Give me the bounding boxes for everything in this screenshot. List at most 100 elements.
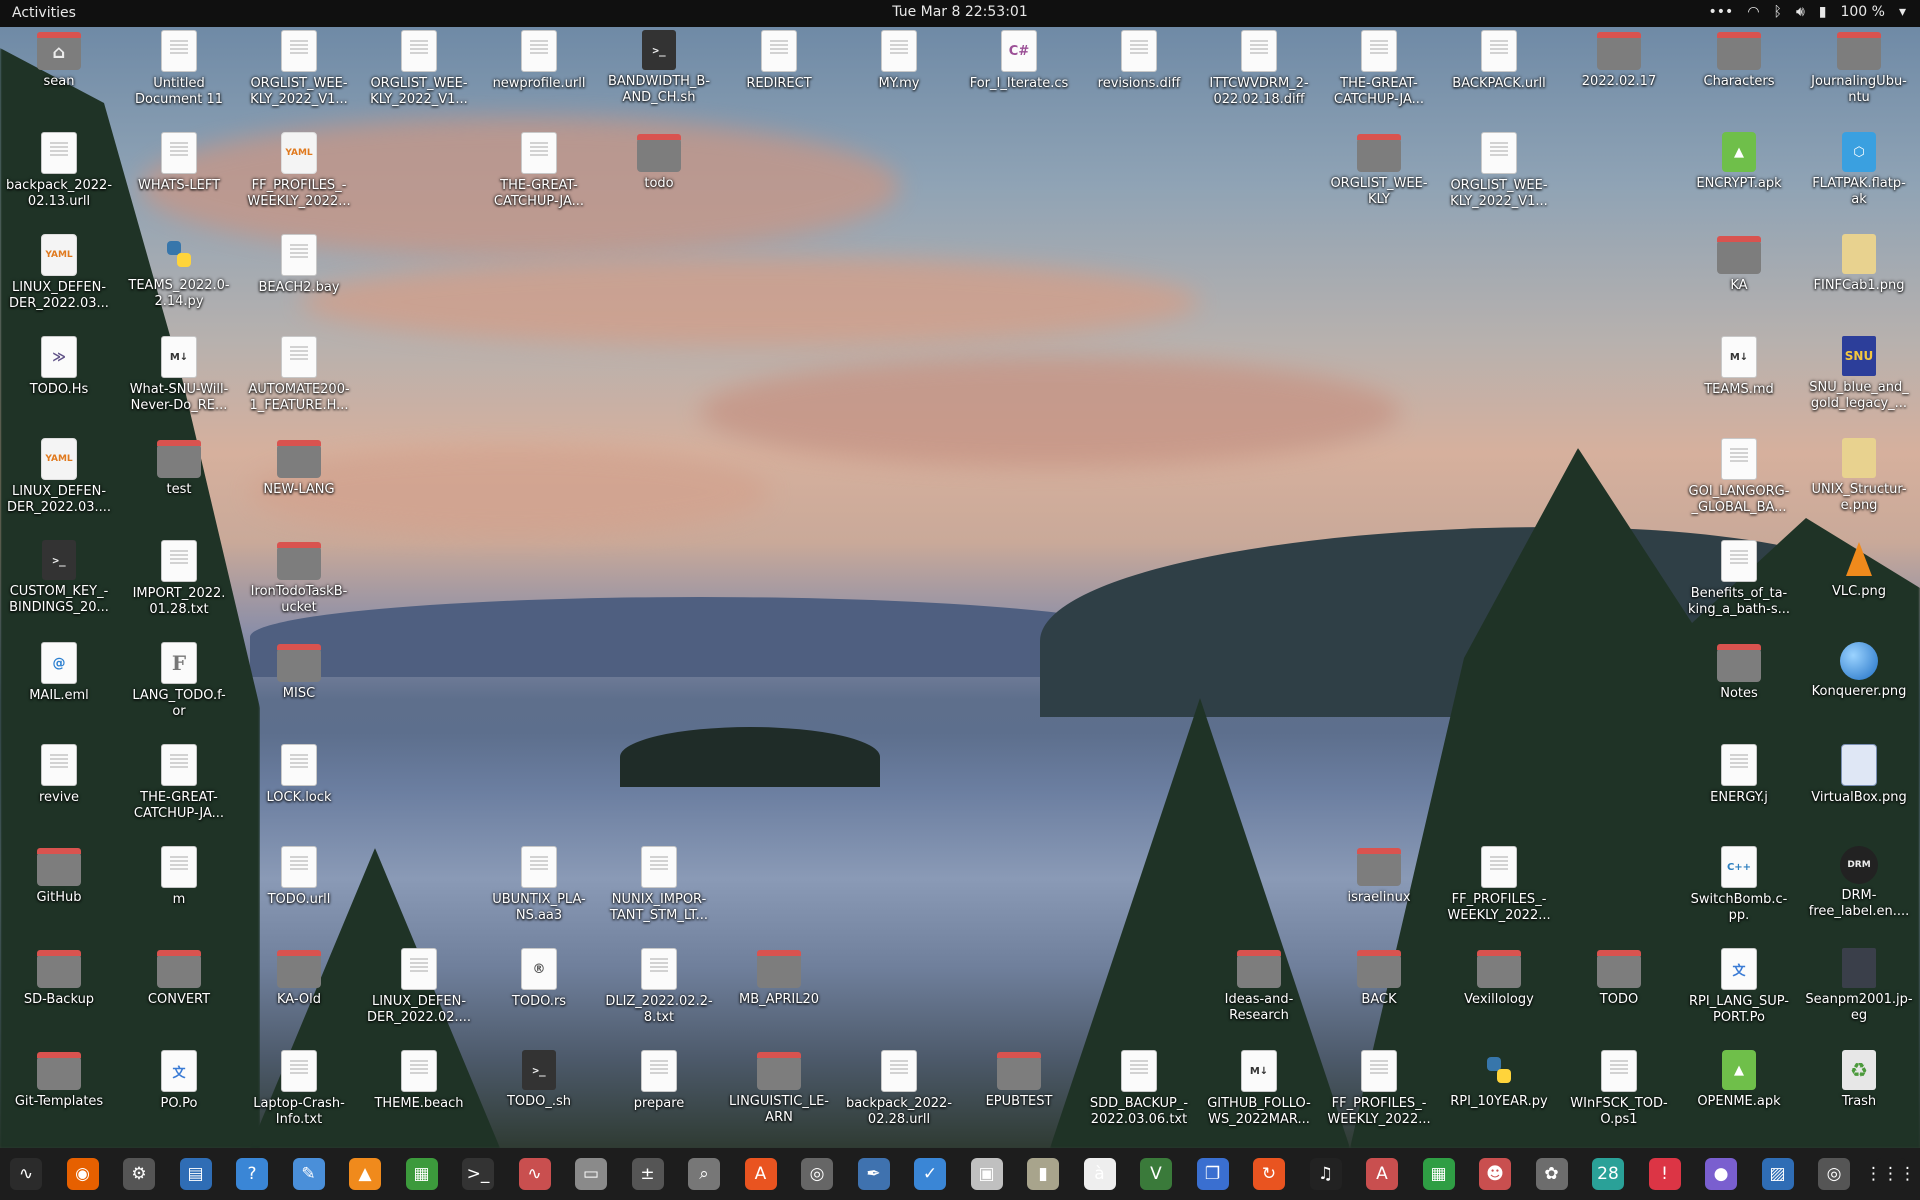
- desktop-icon[interactable]: FINFCab1.png: [1800, 234, 1918, 294]
- desktop-icon[interactable]: REDIRECT: [720, 30, 838, 92]
- desktop-icon[interactable]: FF_PROFILES_- WEEKLY_2022...: [1440, 846, 1558, 924]
- inkscape-icon[interactable]: ✒: [857, 1158, 890, 1190]
- more-icon[interactable]: •••: [1709, 4, 1734, 20]
- desktop-icon[interactable]: VirtualBox.png: [1800, 744, 1918, 806]
- desktop-icon[interactable]: @ MAIL.eml: [0, 642, 118, 704]
- desktop-icon[interactable]: UNIX_Structur- e.png: [1800, 438, 1918, 514]
- app-grid-icon[interactable]: ⋮⋮⋮: [1865, 1158, 1916, 1190]
- desktop-icon[interactable]: ♻ Trash: [1800, 1050, 1918, 1110]
- desktop-icon[interactable]: ® TODO.rs: [480, 948, 598, 1010]
- files-icon[interactable]: ▭: [575, 1158, 607, 1190]
- system-monitor-icon[interactable]: ∿: [10, 1158, 42, 1190]
- desktop-icon[interactable]: Konquerer.png: [1800, 642, 1918, 700]
- graph-icon[interactable]: ∿: [518, 1158, 551, 1190]
- settings-icon[interactable]: ⚙: [123, 1158, 155, 1190]
- desktop-icon[interactable]: sean: [0, 30, 118, 90]
- wifi-icon[interactable]: ◠: [1747, 4, 1759, 20]
- clock[interactable]: Tue Mar 8 22:53:01: [0, 4, 1920, 20]
- desktop-icon[interactable]: IronTodoTaskB- ucket: [240, 540, 358, 616]
- desktop-icon[interactable]: GOI_LANGORG- _GLOBAL_BA...: [1680, 438, 1798, 516]
- desktop-icon[interactable]: AUTOMATE200- 1_FEATURE.H...: [240, 336, 358, 414]
- desktop-icon[interactable]: BACKPACK.urll: [1440, 30, 1558, 92]
- calendar-icon[interactable]: 28: [1592, 1158, 1624, 1190]
- desktop-icon[interactable]: newprofile.urll: [480, 30, 598, 92]
- desktop-icon[interactable]: YAML FF_PROFILES_- WEEKLY_2022...: [240, 132, 358, 210]
- desktop-icon[interactable]: IMPORT_2022. 01.28.txt: [120, 540, 238, 618]
- help-icon[interactable]: ?: [236, 1158, 268, 1190]
- desktop-icon[interactable]: M↓ TEAMS.md: [1680, 336, 1798, 398]
- desktop-icon[interactable]: THE-GREAT- CATCHUP-JA...: [480, 132, 598, 210]
- pdf-icon[interactable]: A: [1366, 1158, 1398, 1190]
- desktop-icon[interactable]: backpack_2022- 02.13.urll: [0, 132, 118, 210]
- calculator-icon[interactable]: ±: [631, 1158, 664, 1190]
- desktop-icon[interactable]: WHATS-LEFT: [120, 132, 238, 194]
- image-viewer-icon[interactable]: ▨: [1761, 1158, 1794, 1190]
- desktop-icon[interactable]: M↓ GITHUB_FOLLO- WS_2022MAR...: [1200, 1050, 1318, 1128]
- desktop-icon[interactable]: Laptop-Crash- Info.txt: [240, 1050, 358, 1128]
- archive-icon[interactable]: ▦: [405, 1158, 438, 1190]
- desktop-icon[interactable]: EPUBTEST: [960, 1050, 1078, 1110]
- screenshot-icon[interactable]: ▣: [970, 1158, 1003, 1190]
- firefox-icon[interactable]: ◉: [66, 1158, 99, 1190]
- tasks-icon[interactable]: ✓: [914, 1158, 946, 1190]
- desktop-icon[interactable]: Vexillology: [1440, 948, 1558, 1008]
- desktop-icon[interactable]: CONVERT: [120, 948, 238, 1008]
- desktop-icon[interactable]: M↓ What-SNU-Will- Never-Do_RE...: [120, 336, 238, 414]
- desktop-icon[interactable]: GitHub: [0, 846, 118, 906]
- desktop-icon[interactable]: Ideas-and- Research: [1200, 948, 1318, 1024]
- desktop-icon[interactable]: YAML LINUX_DEFEN- DER_2022.03....: [0, 438, 118, 516]
- desktop-icon[interactable]: TEAMS_2022.0- 2.14.py: [120, 234, 238, 310]
- desktop-icon[interactable]: SD-Backup: [0, 948, 118, 1008]
- desktop-icon[interactable]: JournalingUbu- ntu: [1800, 30, 1918, 106]
- text-editor-icon[interactable]: ✎: [292, 1158, 325, 1190]
- desktop-icon[interactable]: MISC: [240, 642, 358, 702]
- desktop-icon[interactable]: prepare: [600, 1050, 718, 1112]
- battery-icon[interactable]: ▮: [1819, 4, 1827, 20]
- desktop-icon[interactable]: KA-Old: [240, 948, 358, 1008]
- desktop-icon[interactable]: SNU SNU_blue_and_ gold_legacy_...: [1800, 336, 1918, 412]
- system-tray[interactable]: ••• ◠ ᛒ 🔊︎ ▮ 100 % ▾: [1709, 4, 1906, 20]
- desktop-icon[interactable]: Untitled Document 11: [120, 30, 238, 108]
- terminal-icon[interactable]: >_: [462, 1158, 494, 1190]
- desktop-icon[interactable]: BACK: [1320, 948, 1438, 1008]
- desktop-icon[interactable]: RPI_10YEAR.py: [1440, 1050, 1558, 1110]
- desktop-icon[interactable]: C# For_I_Iterate.cs: [960, 30, 1078, 92]
- desktop-icon[interactable]: ▲ OPENME.apk: [1680, 1050, 1798, 1110]
- desktop-icon[interactable]: ORGLIST_WEE- KLY_2022_V1...: [1440, 132, 1558, 210]
- gimp-icon[interactable]: ✿: [1535, 1158, 1568, 1190]
- desktop-icon[interactable]: TODO.urll: [240, 846, 358, 908]
- desktop-icon[interactable]: LOCK.lock: [240, 744, 358, 806]
- desktop-icon[interactable]: revive: [0, 744, 118, 806]
- desktop-icon[interactable]: Git-Templates: [0, 1050, 118, 1110]
- screen-recorder-icon[interactable]: ●: [1705, 1158, 1737, 1190]
- desktop-icon[interactable]: ORGLIST_WEE- KLY_2022_V1...: [360, 30, 478, 108]
- alert-icon[interactable]: !: [1648, 1158, 1681, 1190]
- software-center-icon[interactable]: A: [744, 1158, 777, 1190]
- desktop-icon[interactable]: 文 PO.Po: [120, 1050, 238, 1112]
- music-icon[interactable]: ♫: [1309, 1158, 1342, 1190]
- desktop-icon[interactable]: TODO: [1560, 948, 1678, 1008]
- desktop-icon[interactable]: MY.my: [840, 30, 958, 92]
- desktop-icon[interactable]: >_ BANDWIDTH_B- AND_CH.sh: [600, 30, 718, 106]
- desktop-icon[interactable]: ORGLIST_WEE- KLY_2022_V1...: [240, 30, 358, 108]
- vim-icon[interactable]: V: [1140, 1158, 1172, 1190]
- desktop-icon[interactable]: todo: [600, 132, 718, 192]
- desktop-icon[interactable]: THE-GREAT- CATCHUP-JA...: [1320, 30, 1438, 108]
- desktop-icon[interactable]: m: [120, 846, 238, 908]
- document-viewer-icon[interactable]: ▤: [179, 1158, 212, 1190]
- desktop-icon[interactable]: DRM DRM- free_label.en....: [1800, 846, 1918, 920]
- desktop-icon[interactable]: DLIZ_2022.02.2- 8.txt: [600, 948, 718, 1026]
- desktop-icon[interactable]: LINUX_DEFEN- DER_2022.02....: [360, 948, 478, 1026]
- desktop-icon[interactable]: 文 RPI_LANG_SUP- PORT.Po: [1680, 948, 1798, 1026]
- desktop-icon[interactable]: Benefits_of_ta- king_a_bath-s...: [1680, 540, 1798, 618]
- power-menu-icon[interactable]: ▾: [1899, 4, 1906, 20]
- desktop-icon[interactable]: C++ SwitchBomb.c- pp.: [1680, 846, 1798, 924]
- desktop-icon[interactable]: ITTCWVDRM_2- 022.02.18.diff: [1200, 30, 1318, 108]
- desktop-icon[interactable]: ORGLIST_WEE- KLY: [1320, 132, 1438, 208]
- desktop-icon[interactable]: ENERGY.j: [1680, 744, 1798, 806]
- desktop-icon[interactable]: Characters: [1680, 30, 1798, 90]
- desktop-icon[interactable]: 2022.02.17: [1560, 30, 1678, 90]
- desktop-icon[interactable]: ≫ TODO.Hs: [0, 336, 118, 398]
- desktop-icon[interactable]: revisions.diff: [1080, 30, 1198, 92]
- desktop-icon[interactable]: israelinux: [1320, 846, 1438, 906]
